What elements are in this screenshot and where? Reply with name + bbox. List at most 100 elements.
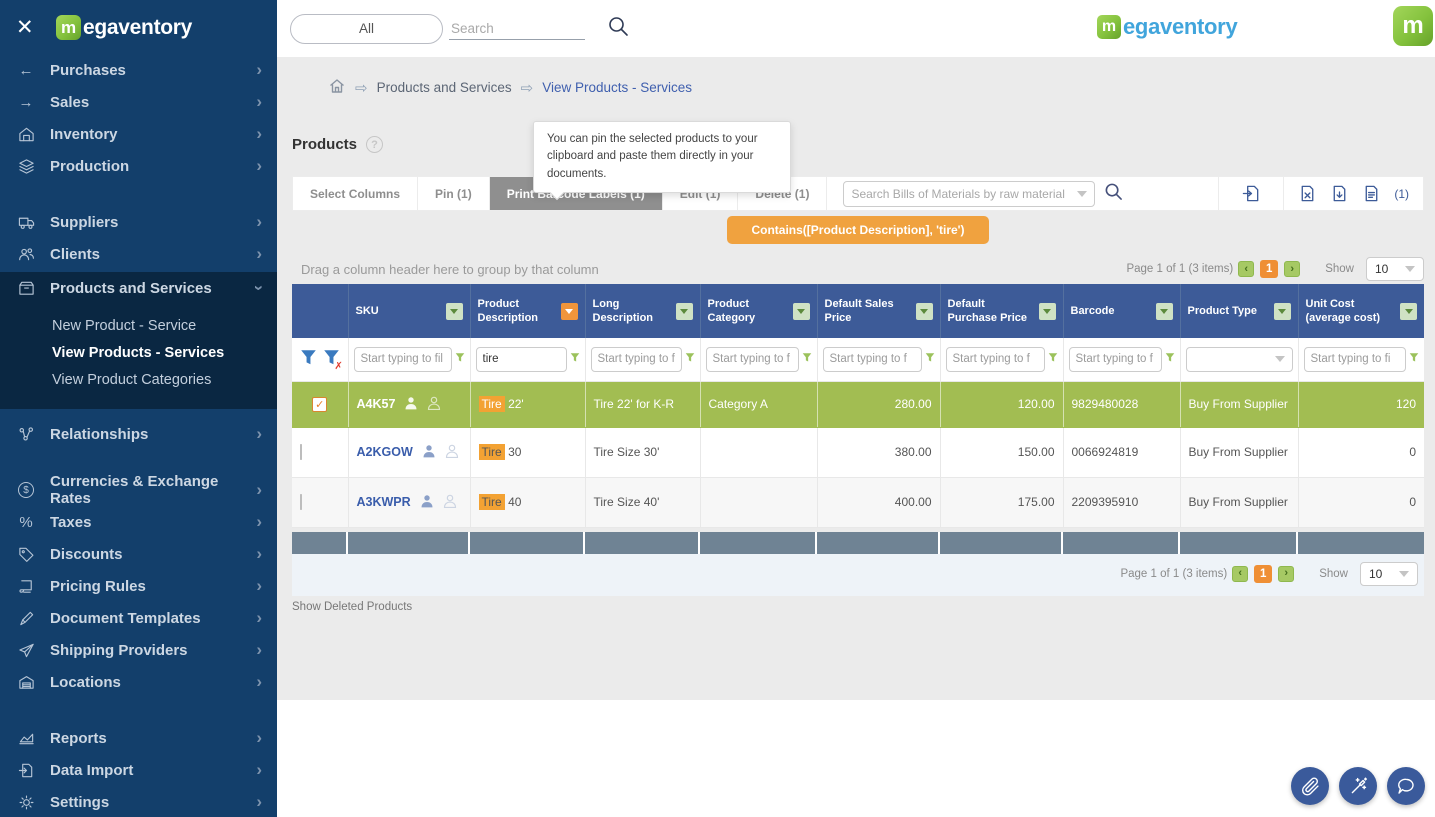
current-page-button[interactable]: 1 [1260,260,1278,278]
pdf-export-icon[interactable] [1330,184,1349,203]
sidebar-item-currencies[interactable]: $ Currencies & Exchange Rates › [0,474,277,506]
sidebar-item-new-product-service[interactable]: New Product - Service [52,312,277,339]
next-page-button[interactable]: › [1278,566,1294,582]
column-header-unit-cost[interactable]: Unit Cost (average cost) [1298,284,1424,338]
filter-input-default-sales-price[interactable] [823,347,922,372]
column-header-product-type[interactable]: Product Type [1180,284,1298,338]
column-filter-icon[interactable] [793,303,810,320]
sidebar-item-settings[interactable]: Settings › [0,786,277,817]
help-icon[interactable]: ? [366,136,383,153]
table-row[interactable]: A2KGOW Tire 30 Tire Size 30' 380.00 150.… [292,427,1424,477]
import-products-icon[interactable] [1219,177,1283,210]
sidebar-item-suppliers[interactable]: Suppliers › [0,206,277,238]
column-header-long-description[interactable]: Long Description [585,284,700,338]
sidebar-item-view-products-services[interactable]: View Products - Services [52,339,277,366]
table-row[interactable]: A3KWPR Tire 40 Tire Size 40' 400.00 175.… [292,477,1424,527]
column-filter-icon-active[interactable] [561,303,578,320]
current-page-button[interactable]: 1 [1254,565,1272,583]
filter-input-sku[interactable] [354,347,452,372]
breadcrumb-level1[interactable]: Products and Services [377,80,512,95]
account-logo-icon[interactable]: m [1393,6,1433,46]
column-filter-icon[interactable] [1156,303,1173,320]
column-filter-icon[interactable] [1274,303,1291,320]
sidebar-item-discounts[interactable]: Discounts › [0,538,277,570]
sidebar-item-taxes[interactable]: % Taxes › [0,506,277,538]
chat-button[interactable] [1387,767,1425,805]
pin-button[interactable]: Pin (1) [418,177,490,210]
supplier-person-icon[interactable] [422,444,436,461]
active-filter-chip[interactable]: Contains([Product Description], 'tire') [727,216,988,244]
sku-link[interactable]: A3KWPR [357,495,411,509]
search-icon[interactable] [607,15,629,42]
search-scope-dropdown[interactable]: All [290,14,443,44]
apply-filter-icon[interactable] [300,349,317,369]
excel-export-icon[interactable] [1298,184,1317,203]
sidebar-item-document-templates[interactable]: Document Templates › [0,602,277,634]
row-checkbox[interactable] [300,494,302,510]
sidebar-item-reports[interactable]: Reports › [0,722,277,754]
filter-input-barcode[interactable] [1069,347,1162,372]
bom-search-input[interactable] [851,187,1073,201]
column-header-default-sales-price[interactable]: Default Sales Price [817,284,940,338]
filter-select-product-type[interactable] [1186,347,1293,372]
previous-page-button[interactable]: ‹ [1232,566,1248,582]
sidebar-item-production[interactable]: Production › [0,150,277,182]
clear-filter-icon[interactable]: ✗ [323,349,340,369]
filter-input-unit-cost[interactable] [1304,347,1407,372]
show-deleted-products-link[interactable]: Show Deleted Products [292,601,412,613]
filter-input-product-category[interactable] [706,347,799,372]
row-checkbox[interactable] [300,444,302,460]
next-page-button[interactable]: › [1284,261,1300,277]
group-by-hint[interactable]: Drag a column header here to group by th… [292,262,599,277]
column-header-barcode[interactable]: Barcode [1063,284,1180,338]
page-size-select[interactable]: 10 [1366,257,1424,281]
sidebar-item-view-product-categories[interactable]: View Product Categories [52,366,277,393]
close-icon[interactable]: ✕ [16,17,56,38]
funnel-icon[interactable] [1409,352,1419,366]
table-row[interactable]: ✓ A4K57 Tire 22' Tire 22' for K-R Catego… [292,381,1424,427]
sidebar-item-data-import[interactable]: Data Import › [0,754,277,786]
client-person-icon[interactable] [443,494,457,511]
filter-input-long-description[interactable] [591,347,682,372]
attachments-button[interactable] [1291,767,1329,805]
column-header-product-description[interactable]: Product Description [470,284,585,338]
sidebar-item-locations[interactable]: Locations › [0,666,277,698]
column-filter-icon[interactable] [1400,303,1417,320]
document-labels-icon[interactable] [1362,184,1381,203]
column-filter-icon[interactable] [676,303,693,320]
funnel-icon[interactable] [802,352,812,366]
sku-link[interactable]: A2KGOW [357,445,413,459]
sidebar-item-relationships[interactable]: Relationships › [0,418,277,450]
funnel-icon[interactable] [570,352,580,366]
bom-search-icon[interactable] [1104,182,1123,206]
global-search-input[interactable] [449,18,585,39]
sidebar-item-purchases[interactable]: ← Purchases › [0,54,277,86]
home-icon[interactable] [328,77,346,98]
column-header-default-purchase-price[interactable]: Default Purchase Price [940,284,1063,338]
column-header-sku[interactable]: SKU [348,284,470,338]
sidebar-item-products-and-services[interactable]: Products and Services › [0,272,277,304]
previous-page-button[interactable]: ‹ [1238,261,1254,277]
breadcrumb-level2[interactable]: View Products - Services [542,80,692,95]
sidebar-item-clients[interactable]: Clients › [0,238,277,270]
funnel-icon[interactable] [1048,352,1058,366]
supplier-person-icon[interactable] [420,494,434,511]
chevron-down-icon[interactable] [1077,191,1087,197]
sidebar-item-sales[interactable]: → Sales › [0,86,277,118]
filter-input-product-description[interactable] [476,347,567,372]
page-size-select[interactable]: 10 [1360,562,1418,586]
funnel-icon[interactable] [925,352,935,366]
filter-input-default-purchase-price[interactable] [946,347,1045,372]
sidebar-item-pricing-rules[interactable]: Pricing Rules › [0,570,277,602]
client-person-icon[interactable] [445,444,459,461]
row-checkbox-checked[interactable]: ✓ [312,397,327,412]
funnel-icon[interactable] [455,352,465,366]
column-filter-icon[interactable] [916,303,933,320]
column-header-product-category[interactable]: Product Category [700,284,817,338]
sku-link[interactable]: A4K57 [357,397,396,411]
magic-wand-button[interactable] [1339,767,1377,805]
supplier-person-icon[interactable] [404,396,418,413]
select-columns-button[interactable]: Select Columns [293,177,418,210]
sidebar-item-inventory[interactable]: Inventory › [0,118,277,150]
funnel-icon[interactable] [685,352,695,366]
